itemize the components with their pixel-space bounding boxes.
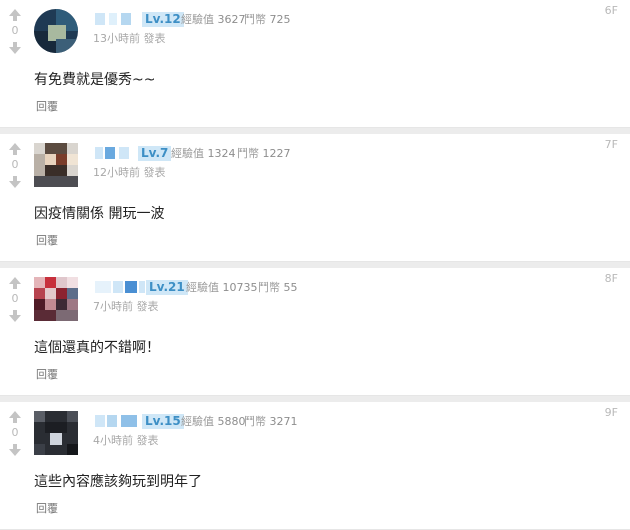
floor-number: 7F	[604, 138, 618, 151]
downvote-icon[interactable]	[8, 41, 22, 55]
floor-number: 8F	[604, 272, 618, 285]
comment-text: 這些內容應該夠玩到明年了	[34, 474, 202, 490]
vote-count: 0	[11, 24, 19, 37]
comment-list: 0 Lv.12 經驗值 3627 鬥幣 725 13小時前 發表 6F 有免費就…	[0, 0, 630, 530]
comment-text: 這個還真的不錯啊！	[34, 340, 160, 356]
post-time: 12小時前 發表	[93, 166, 166, 179]
comment-text: 有免費就是優秀~~	[34, 72, 156, 88]
level-badge: Lv.7	[138, 146, 172, 161]
vote-control: 0	[5, 276, 25, 323]
vote-count: 0	[11, 292, 19, 305]
comment-text: 因疫情關係 開玩一波	[34, 206, 165, 222]
exp-stat: 經驗值 5880	[181, 415, 246, 428]
floor-number: 9F	[604, 406, 618, 419]
coin-stat: 鬥幣 1227	[237, 147, 291, 160]
coin-stat: 鬥幣 55	[258, 281, 298, 294]
avatar[interactable]	[34, 411, 78, 455]
vote-count: 0	[11, 426, 19, 439]
comment-item: 0 Lv.21 經驗值 10735 鬥幣 55 7小時前 發表 8F 這個還真的…	[0, 268, 630, 396]
reply-button[interactable]: 回覆	[36, 502, 58, 516]
upvote-icon[interactable]	[8, 142, 22, 156]
post-time: 4小時前 發表	[93, 434, 159, 447]
vote-control: 0	[5, 410, 25, 457]
comment-item: 0 Lv.7 經驗值 1324 鬥幣 1227 12小時前 發表 7F 因疫情關…	[0, 134, 630, 262]
downvote-icon[interactable]	[8, 175, 22, 189]
reply-button[interactable]: 回覆	[36, 100, 58, 114]
upvote-icon[interactable]	[8, 410, 22, 424]
level-badge: Lv.21	[146, 280, 188, 295]
exp-stat: 經驗值 1324	[171, 147, 236, 160]
avatar[interactable]	[34, 143, 78, 187]
floor-number: 6F	[604, 4, 618, 17]
upvote-icon[interactable]	[8, 276, 22, 290]
avatar[interactable]	[34, 9, 78, 53]
downvote-icon[interactable]	[8, 443, 22, 457]
downvote-icon[interactable]	[8, 309, 22, 323]
comment-item: 0 Lv.15 經驗值 5880 鬥幣 3271 4小時前 發表 9F 這些內容…	[0, 402, 630, 530]
avatar[interactable]	[34, 277, 78, 321]
level-badge: Lv.12	[142, 12, 184, 27]
post-time: 13小時前 發表	[93, 32, 166, 45]
upvote-icon[interactable]	[8, 8, 22, 22]
vote-count: 0	[11, 158, 19, 171]
coin-stat: 鬥幣 3271	[244, 415, 298, 428]
comment-item: 0 Lv.12 經驗值 3627 鬥幣 725 13小時前 發表 6F 有免費就…	[0, 0, 630, 128]
exp-stat: 經驗值 3627	[181, 13, 246, 26]
post-time: 7小時前 發表	[93, 300, 159, 313]
reply-button[interactable]: 回覆	[36, 368, 58, 382]
exp-stat: 經驗值 10735	[186, 281, 258, 294]
reply-button[interactable]: 回覆	[36, 234, 58, 248]
vote-control: 0	[5, 8, 25, 55]
level-badge: Lv.15	[142, 414, 184, 429]
coin-stat: 鬥幣 725	[244, 13, 291, 26]
vote-control: 0	[5, 142, 25, 189]
